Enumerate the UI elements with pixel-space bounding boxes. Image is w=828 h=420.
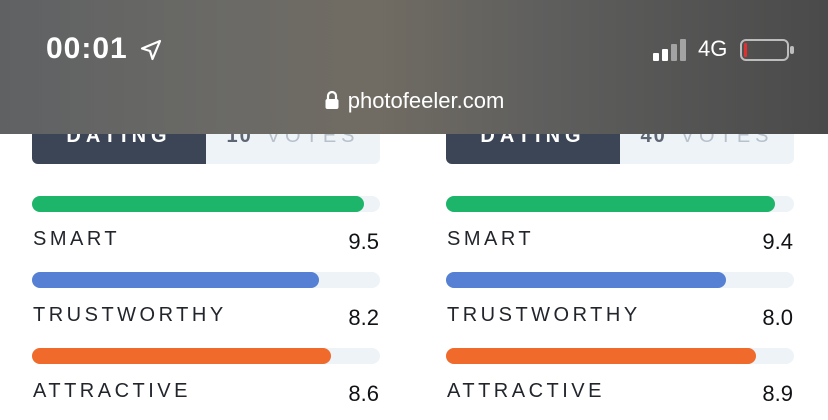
score-bar-fill (32, 272, 320, 288)
score-bar-fill (32, 348, 332, 364)
score-bar-fill (446, 272, 727, 288)
status-bar: 00:01 4G photofeeler.com (0, 0, 828, 134)
score-bar-track (32, 196, 380, 212)
score-bar-fill (446, 348, 756, 364)
metric-value: 8.6 (348, 381, 379, 406)
location-arrow-icon (140, 39, 162, 61)
score-bar-track (446, 196, 794, 212)
score-bar-track (446, 272, 794, 288)
metric-value: 8.2 (348, 305, 379, 330)
metric-value: 9.4 (762, 229, 793, 254)
metric-value: 8.9 (762, 381, 793, 406)
score-bar-fill (32, 196, 365, 212)
results-page: DATING 10 VOTES SMART 9.5 TRUSTWORTHY 8.… (0, 0, 828, 420)
battery-low-icon (740, 39, 794, 61)
metric-label: ATTRACTIVE (33, 380, 191, 402)
address-bar[interactable]: photofeeler.com (0, 88, 828, 114)
metric-label: SMART (33, 228, 121, 250)
metric-label: SMART (447, 228, 535, 250)
metric-label: ATTRACTIVE (447, 380, 605, 402)
score-bar-track (446, 348, 794, 364)
cellular-signal-icon (653, 39, 686, 61)
network-type: 4G (698, 36, 728, 61)
score-bar-track (32, 272, 380, 288)
metric-value: 9.5 (348, 229, 379, 254)
clock-time: 00:01 (46, 32, 128, 65)
metric-label: TRUSTWORTHY (33, 304, 227, 326)
lock-icon (325, 90, 339, 109)
score-bar-track (32, 348, 380, 364)
metric-label: TRUSTWORTHY (447, 304, 641, 326)
metric-value: 8.0 (762, 305, 793, 330)
score-bar-fill (446, 196, 775, 212)
url-text: photofeeler.com (347, 88, 505, 113)
